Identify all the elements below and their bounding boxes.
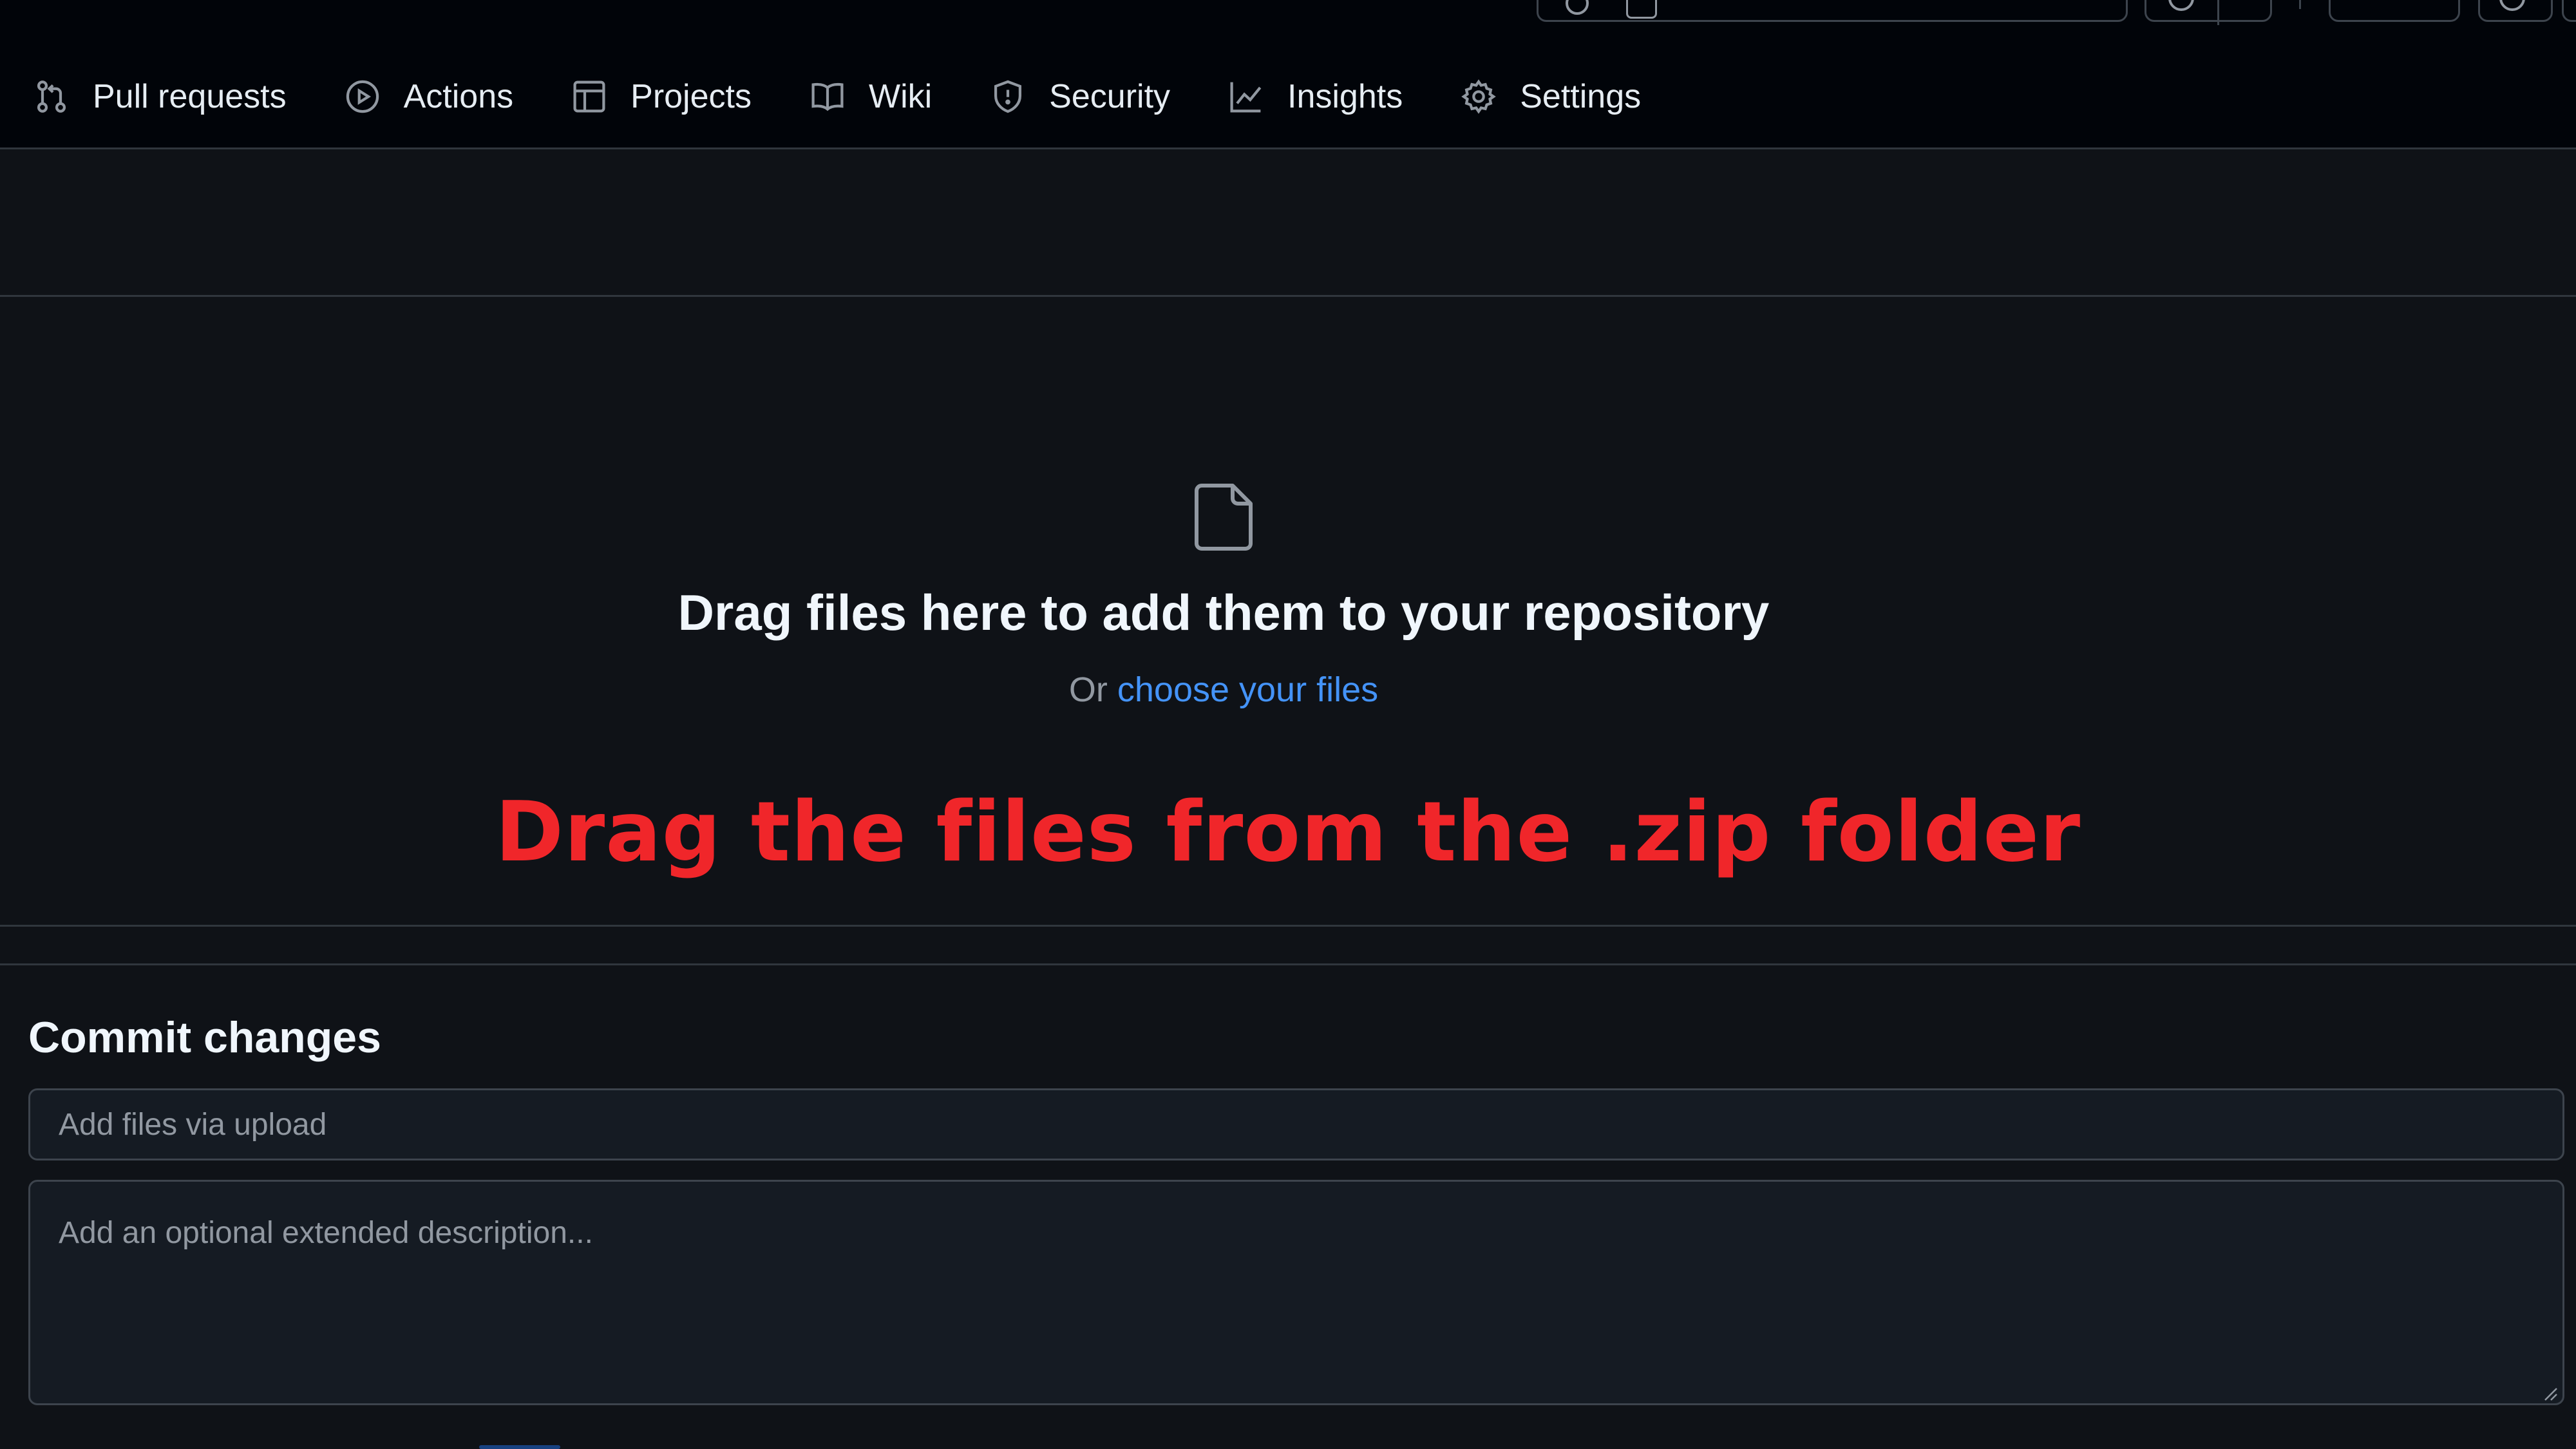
button-divider	[2217, 0, 2219, 25]
table-icon	[573, 80, 605, 113]
tab-settings[interactable]: Settings	[1461, 71, 1641, 122]
repo-nav: Pull requests Actions Projects Wiki Secu…	[33, 71, 1699, 122]
tab-wiki[interactable]: Wiki	[810, 71, 932, 122]
slash-key-icon	[1626, 0, 1657, 19]
create-new-button[interactable]	[2329, 0, 2460, 22]
instruction-annotation: Drag the files from the .zip folder	[495, 784, 2081, 880]
search-input[interactable]	[1537, 0, 2128, 22]
issue-icon	[2499, 0, 2525, 11]
breadcrumb-band	[0, 149, 2576, 297]
file-icon	[1195, 484, 1253, 551]
pull-requests-button[interactable]	[2562, 0, 2576, 22]
copilot-button[interactable]	[2145, 0, 2272, 25]
tab-actions[interactable]: Actions	[345, 71, 514, 122]
tab-label: Projects	[630, 78, 752, 115]
graph-icon	[1230, 82, 1262, 113]
copilot-icon	[2168, 0, 2194, 11]
drop-zone-title: Drag files here to add them to your repo…	[677, 584, 1770, 641]
tab-projects[interactable]: Projects	[571, 71, 752, 122]
shield-icon	[994, 80, 1022, 113]
issues-button[interactable]	[2478, 0, 2553, 22]
section-divider	[0, 963, 2576, 965]
commit-button-edge	[479, 1445, 560, 1449]
tab-security[interactable]: Security	[990, 71, 1170, 122]
resize-grip-icon[interactable]	[2541, 1385, 2558, 1401]
or-text: Or	[1068, 670, 1117, 709]
tab-label: Actions	[403, 78, 514, 115]
drop-zone-subtitle: Or choose your files	[0, 670, 2447, 710]
tab-insights[interactable]: Insights	[1228, 71, 1403, 122]
pull-request-icon	[37, 80, 66, 113]
play-circle-icon	[346, 80, 379, 113]
tab-label: Settings	[1520, 78, 1642, 115]
commit-message-input[interactable]	[28, 1088, 2564, 1160]
tab-pull-requests[interactable]: Pull requests	[33, 71, 287, 122]
tab-label: Insights	[1287, 78, 1403, 115]
tab-label: Wiki	[868, 78, 933, 115]
book-icon	[811, 82, 844, 111]
tab-label: Pull requests	[93, 78, 287, 115]
repo-header: Pull requests Actions Projects Wiki Secu…	[0, 0, 2576, 149]
search-icon	[1566, 0, 1589, 15]
choose-files-link[interactable]: choose your files	[1117, 670, 1378, 709]
commit-description-textarea[interactable]	[28, 1180, 2564, 1405]
gear-icon	[1461, 79, 1497, 114]
commit-heading: Commit changes	[28, 1013, 381, 1062]
header-separator	[2299, 0, 2301, 9]
tab-label: Security	[1049, 78, 1171, 115]
